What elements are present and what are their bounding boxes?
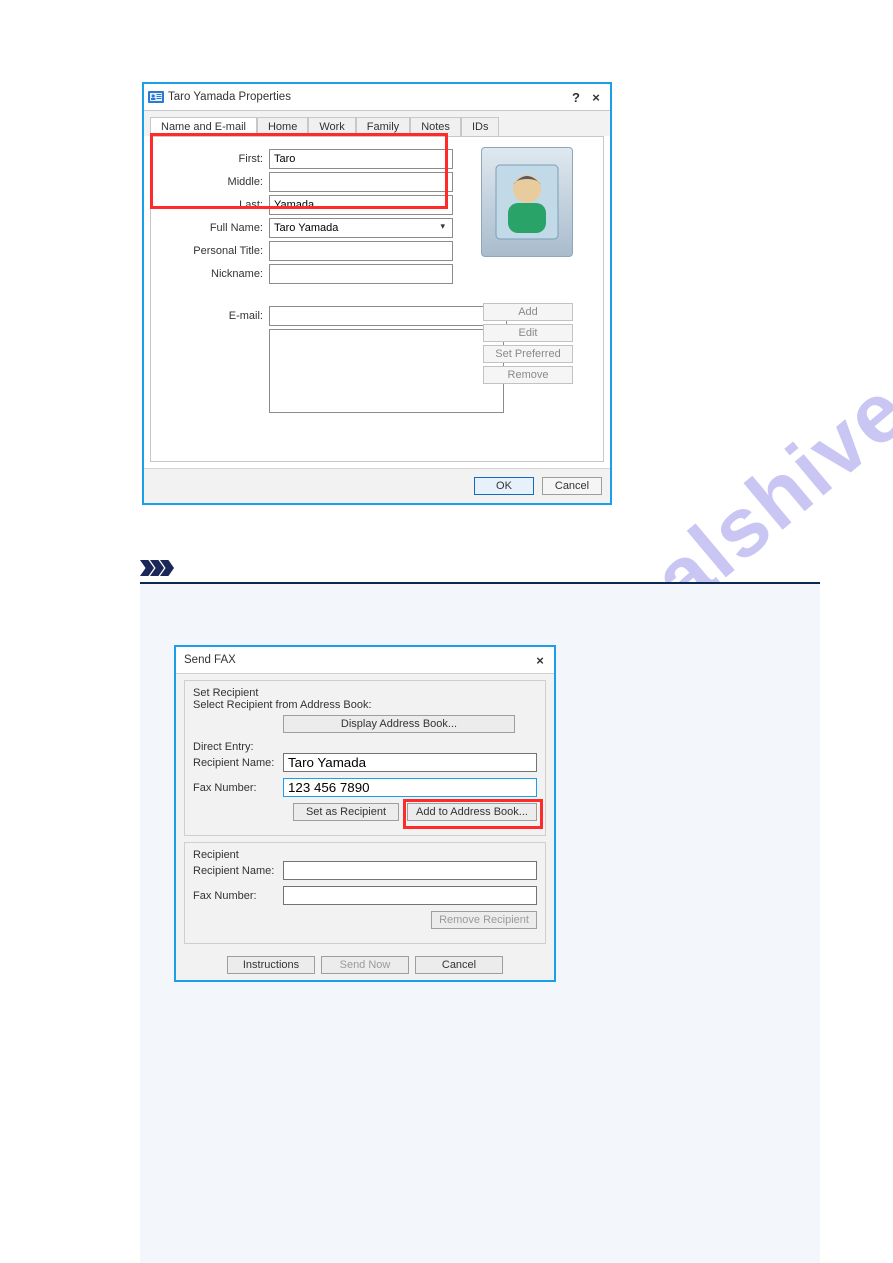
dialog-title: Taro Yamada Properties — [168, 91, 566, 103]
label-middle: Middle: — [163, 176, 269, 188]
titlebar: Taro Yamada Properties ? × — [144, 84, 610, 111]
label-recipient-name-2: Recipient Name: — [193, 865, 283, 877]
fax-close-button[interactable]: × — [530, 653, 550, 668]
titlebar-fax: Send FAX × — [176, 647, 554, 674]
help-button[interactable]: ? — [566, 90, 586, 105]
send-fax-dialog: Send FAX × Set Recipient Select Recipien… — [174, 645, 556, 982]
btn-instructions[interactable]: Instructions — [227, 956, 315, 974]
properties-dialog: Taro Yamada Properties ? × Name and E-ma… — [142, 82, 612, 505]
tabs: Name and E-mail Home Work Family Notes I… — [144, 111, 610, 136]
tab-home[interactable]: Home — [257, 117, 308, 136]
label-fax-number: Fax Number: — [193, 782, 283, 794]
fax-footer: Instructions Send Now Cancel — [176, 950, 554, 980]
chevron-down-icon[interactable]: ▾ — [440, 221, 445, 232]
hdr-direct-entry: Direct Entry: — [193, 741, 537, 753]
input-last[interactable] — [269, 195, 453, 215]
avatar-placeholder — [481, 147, 573, 257]
contact-icon — [148, 89, 164, 105]
hdr-select-from-ab: Select Recipient from Address Book: — [193, 699, 537, 711]
btn-send-now[interactable]: Send Now — [321, 956, 409, 974]
label-nick: Nickname: — [163, 268, 269, 280]
tab-work[interactable]: Work — [308, 117, 355, 136]
label-recipient-name: Recipient Name: — [193, 757, 283, 769]
btn-set-preferred[interactable]: Set Preferred — [483, 345, 573, 363]
label-fax-number-2: Fax Number: — [193, 890, 283, 902]
dialog-footer: OK Cancel — [144, 468, 610, 503]
frame-recipient: Recipient Recipient Name: Fax Number: Re… — [184, 842, 546, 944]
ok-button[interactable]: OK — [474, 477, 534, 495]
frame-set-recipient: Set Recipient Select Recipient from Addr… — [184, 680, 546, 836]
label-email: E-mail: — [163, 310, 269, 322]
btn-add-to-address-book[interactable]: Add to Address Book... — [407, 803, 537, 821]
combo-fullname[interactable] — [269, 218, 453, 238]
close-button[interactable]: × — [586, 90, 606, 105]
input-first[interactable] — [269, 149, 453, 169]
btn-remove-recipient[interactable]: Remove Recipient — [431, 911, 537, 929]
fax-title: Send FAX — [180, 654, 530, 666]
btn-edit[interactable]: Edit — [483, 324, 573, 342]
input-recipient-name[interactable] — [283, 753, 537, 772]
tab-name-email[interactable]: Name and E-mail — [150, 117, 257, 136]
tab-body: First: Middle: Last: Full Name: ▾ — [150, 136, 604, 462]
cancel-button[interactable]: Cancel — [542, 477, 602, 495]
btn-fax-cancel[interactable]: Cancel — [415, 956, 503, 974]
label-last: Last: — [163, 199, 269, 211]
label-first: First: — [163, 153, 269, 165]
label-ptitle: Personal Title: — [163, 245, 269, 257]
tab-ids[interactable]: IDs — [461, 117, 500, 136]
label-fullname: Full Name: — [163, 222, 269, 234]
email-side-buttons: Add Edit Set Preferred Remove — [483, 303, 573, 387]
output-fax-number[interactable] — [283, 886, 537, 905]
email-list[interactable] — [269, 329, 504, 413]
output-recipient-name[interactable] — [283, 861, 537, 880]
input-nick[interactable] — [269, 264, 453, 284]
btn-remove[interactable]: Remove — [483, 366, 573, 384]
input-middle[interactable] — [269, 172, 453, 192]
input-fax-number[interactable] — [283, 778, 537, 797]
input-email[interactable] — [269, 306, 507, 326]
hdr-set-recipient: Set Recipient — [193, 687, 537, 699]
section-chevrons — [140, 560, 170, 576]
btn-add[interactable]: Add — [483, 303, 573, 321]
hdr-recipient: Recipient — [193, 849, 537, 861]
tab-family[interactable]: Family — [356, 117, 410, 136]
tab-notes[interactable]: Notes — [410, 117, 461, 136]
btn-set-as-recipient[interactable]: Set as Recipient — [293, 803, 399, 821]
btn-display-address-book[interactable]: Display Address Book... — [283, 715, 515, 733]
input-ptitle[interactable] — [269, 241, 453, 261]
